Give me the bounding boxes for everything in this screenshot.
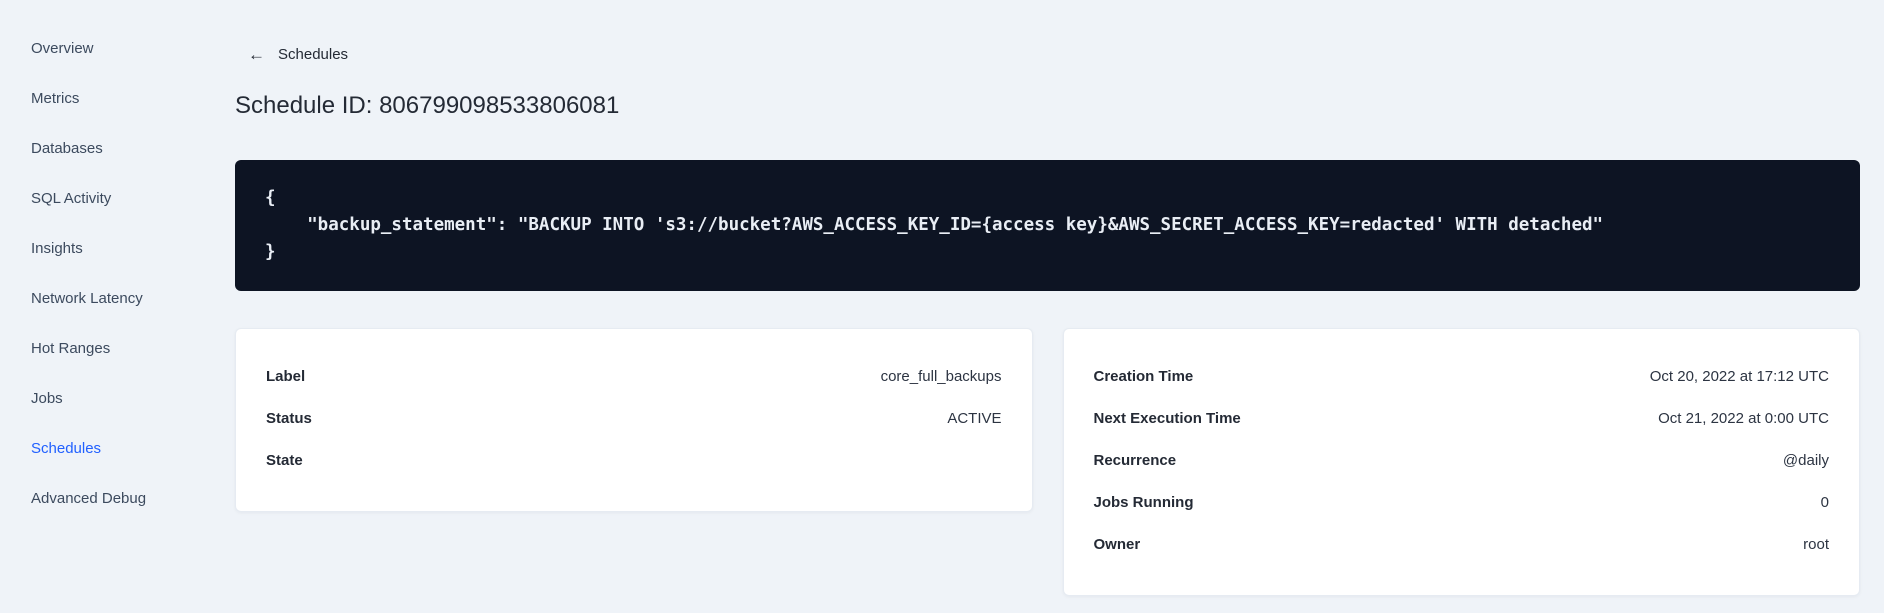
next-execution-time-value: Oct 21, 2022 at 0:00 UTC [1658,409,1829,427]
table-row: Owner root [1094,523,1830,565]
creation-time-key: Creation Time [1093,367,1194,385]
jobs-running-value: 0 [1820,493,1829,511]
owner-key: Owner [1093,535,1141,553]
recurrence-value: @daily [1782,451,1829,469]
jobs-running-key: Jobs Running [1093,493,1194,511]
sidebar-item-overview[interactable]: Overview [0,23,196,73]
recurrence-key: Recurrence [1093,451,1177,469]
schedule-details-card: Creation Time Oct 20, 2022 at 17:12 UTC … [1062,328,1860,596]
code-line-backup-statement: "backup_statement": "BACKUP INTO 's3://b… [265,215,1604,235]
label-key: Label [266,367,306,385]
sidebar-item-network-latency[interactable]: Network Latency [0,273,196,323]
sidebar-item-sql-activity[interactable]: SQL Activity [0,173,196,223]
sidebar-item-metrics[interactable]: Metrics [0,73,196,123]
table-row: Next Execution Time Oct 21, 2022 at 0:00… [1094,397,1830,439]
table-row: Recurrence @daily [1094,439,1830,481]
back-to-schedules-link[interactable]: ← Schedules [235,0,348,63]
next-execution-time-key: Next Execution Time [1093,409,1241,427]
summary-cards: Label core_full_backups Status ACTIVE St… [235,328,1860,596]
schedule-detail-page: ← Schedules Schedule ID: 806799098533806… [235,0,1860,596]
table-row: Status ACTIVE [266,397,1002,439]
page-title: Schedule ID: 806799098533806081 [235,92,620,119]
table-row: Jobs Running 0 [1094,481,1830,523]
code-line-close-brace: } [265,242,276,262]
table-row: Label core_full_backups [266,355,1002,397]
table-row: Creation Time Oct 20, 2022 at 17:12 UTC [1094,355,1830,397]
status-value: ACTIVE [947,409,1002,427]
sidebar-item-databases[interactable]: Databases [0,123,196,173]
sidebar-item-jobs[interactable]: Jobs [0,373,196,423]
sidebar-item-insights[interactable]: Insights [0,223,196,273]
status-key: Status [266,409,312,427]
schedule-definition-code: { "backup_statement": "BACKUP INTO 's3:/… [235,160,1860,291]
owner-value: root [1803,535,1829,553]
code-line-open-brace: { [265,188,276,208]
sidebar: Overview Metrics Databases SQL Activity … [0,0,196,613]
creation-time-value: Oct 20, 2022 at 17:12 UTC [1649,367,1829,385]
sidebar-item-schedules[interactable]: Schedules [0,423,196,473]
label-value: core_full_backups [880,367,1002,385]
back-arrow-icon: ← [248,45,265,64]
sidebar-item-advanced-debug[interactable]: Advanced Debug [0,473,196,523]
table-row: State [266,439,1002,481]
back-link-label: Schedules [278,46,349,63]
state-key: State [266,451,303,469]
sidebar-item-hot-ranges[interactable]: Hot Ranges [0,323,196,373]
schedule-info-card: Label core_full_backups Status ACTIVE St… [235,328,1033,512]
